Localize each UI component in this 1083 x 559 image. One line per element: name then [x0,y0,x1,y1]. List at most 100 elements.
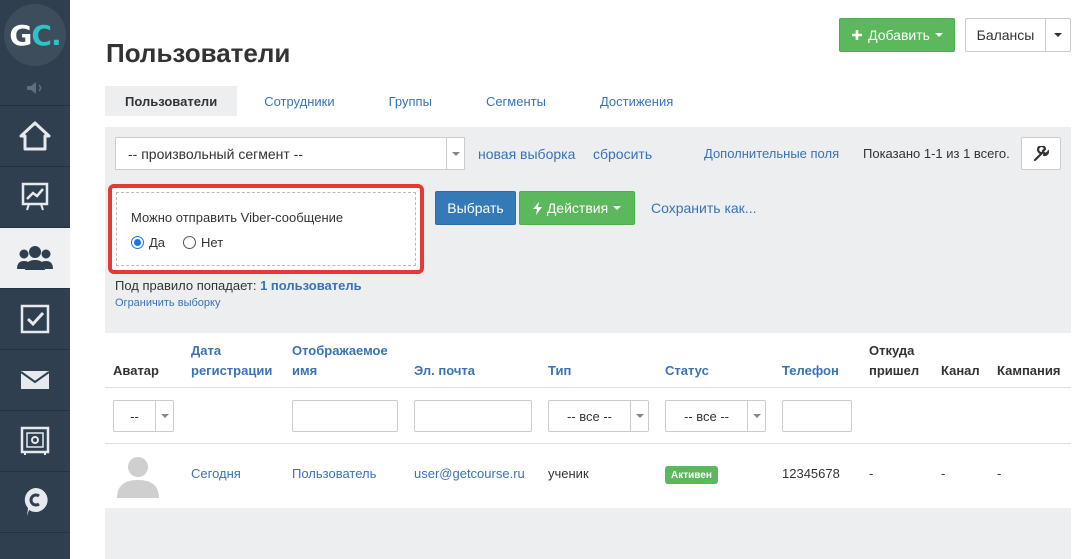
avatar-filter-value: -- [130,408,139,424]
segment-select-value: -- произвольный сегмент -- [128,145,303,162]
col-type[interactable]: Тип [548,361,571,381]
col-display-name-1[interactable]: Отображаемое [292,341,388,361]
logo-g: G [9,18,32,52]
chevron-down-icon [747,401,765,431]
radio-no-dot[interactable] [183,236,197,249]
filter-panel: -- произвольный сегмент -- новая выборка… [105,127,1071,333]
page-title: Пользователи [106,38,291,68]
col-reg-date-1[interactable]: Дата [191,341,221,361]
row-phone: 12345678 [782,466,840,481]
actions-button-label: Действия [546,200,609,216]
logo-dot: . [50,18,62,52]
type-filter-value: -- все -- [566,408,613,424]
avatar [117,457,159,498]
radio-yes-dot[interactable] [131,236,144,249]
reset-link[interactable]: сбросить [593,146,652,162]
choose-button[interactable]: Выбрать [435,191,516,225]
col-source-2: пришел [869,363,920,378]
row-type: ученик [548,466,589,481]
settings-button[interactable] [1021,137,1061,170]
sidebar-item-chat[interactable] [0,472,70,533]
logo-c: C [31,18,52,52]
sidebar-item-home[interactable] [0,106,70,167]
balances-button-group: Балансы [965,18,1071,52]
sidebar-item-messages[interactable] [0,350,70,411]
new-selection-link[interactable]: новая выборка [478,146,575,162]
tab-groups[interactable]: Группы [362,86,459,116]
col-status[interactable]: Статус [665,361,709,381]
add-button[interactable]: Добавить [839,18,955,52]
status-badge: Активен [665,466,718,484]
logo-circle: GC. [4,4,66,66]
save-as-link[interactable]: Сохранить как... [651,200,756,216]
add-button-label: Добавить [868,27,930,43]
safe-icon [20,426,50,455]
actions-button[interactable]: Действия [519,191,635,225]
segment-select[interactable]: -- произвольный сегмент -- [115,137,465,170]
logo-text: GC. [9,18,62,52]
chat-c-icon [24,487,48,516]
type-filter-select[interactable]: -- все -- [548,400,649,432]
divider [105,443,1071,444]
status-filter-select[interactable]: -- все -- [665,400,766,432]
col-channel: Канал [941,363,980,378]
rule-radio-group: Да Нет [131,235,223,250]
sidebar-item-users[interactable] [0,228,70,289]
row-reg-date[interactable]: Сегодня [191,466,241,481]
col-avatar: Аватар [113,363,159,378]
radio-yes[interactable]: Да [131,235,165,250]
email-filter-input[interactable] [414,400,532,432]
tab-employees[interactable]: Сотрудники [237,86,361,116]
chevron-down-icon [1054,33,1062,37]
sidebar-item-analytics[interactable] [0,167,70,228]
radio-yes-label: Да [149,235,166,250]
row-channel: - [941,466,946,481]
radio-no-label: Нет [201,235,224,250]
status-filter-value: -- все -- [683,408,730,424]
col-phone[interactable]: Телефон [782,361,839,381]
balances-button[interactable]: Балансы [966,19,1046,51]
avatar-filter-select[interactable]: -- [113,400,174,432]
col-reg-date-2[interactable]: регистрации [191,361,272,381]
tab-users[interactable]: Пользователи [105,86,238,116]
shown-count: Показано 1-1 из 1 всего. [863,146,1010,161]
row-campaign: - [997,466,1002,481]
divider [105,387,1071,388]
sidebar-collapse-toggle[interactable] [0,70,70,106]
limit-selection-link[interactable]: Ограничить выборку [115,297,220,309]
col-source-1: Откуда [869,343,915,358]
tab-achievements[interactable]: Достижения [573,86,700,116]
tabs: Пользователи Сотрудники Группы Сегменты … [105,86,700,116]
rule-count: Под правило попадает: 1 пользователь [115,278,362,293]
col-campaign: Кампания [997,363,1061,378]
home-icon [19,121,51,151]
phone-filter-input[interactable] [782,400,852,432]
rule-condition-inner: Можно отправить Viber-сообщение Да Нет [116,192,416,266]
col-email[interactable]: Эл. почта [414,361,475,381]
users-icon [17,246,53,270]
extra-fields-link[interactable]: Дополнительные поля [704,146,839,161]
col-display-name-2[interactable]: имя [292,361,317,381]
wrench-icon [1033,145,1049,161]
sidebar: GC. [0,0,70,559]
sidebar-item-sales[interactable] [0,411,70,472]
chevron-down-icon [446,138,464,169]
balances-dropdown-toggle[interactable] [1046,19,1070,51]
rule-count-link[interactable]: 1 пользователь [260,278,362,293]
display-name-filter-input[interactable] [292,400,398,432]
chevron-down-icon [155,401,173,431]
mail-icon [20,371,50,389]
tab-segments[interactable]: Сегменты [459,86,573,116]
sidebar-item-tasks[interactable] [0,289,70,350]
row-email[interactable]: user@getcourse.ru [414,466,525,481]
logo[interactable]: GC. [0,0,70,70]
table-footer [105,508,1071,559]
row-name[interactable]: Пользователь [292,466,376,481]
rule-title: Можно отправить Viber-сообщение [131,210,344,225]
rule-condition-box: Можно отправить Viber-сообщение Да Нет [108,184,424,274]
speaker-icon [27,81,42,94]
radio-no[interactable]: Нет [183,235,223,250]
chevron-down-icon [934,33,943,37]
lightning-icon [532,201,542,215]
plus-icon [852,30,863,40]
